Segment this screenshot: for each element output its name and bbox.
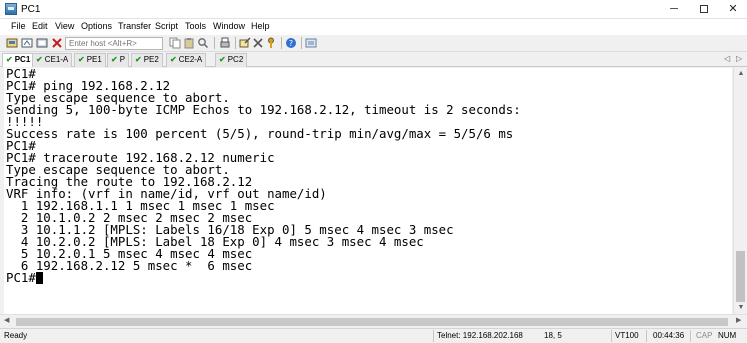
connected-check-icon: ✔: [78, 55, 85, 64]
tab-ce2-a[interactable]: ✔ CE2-A: [166, 53, 207, 67]
find-icon[interactable]: [197, 37, 209, 49]
status-separator: [646, 330, 647, 342]
tab-scroll-right-button[interactable]: ▷: [736, 54, 742, 63]
horizontal-scroll-thumb[interactable]: [16, 318, 728, 326]
toolbar-separator: [214, 37, 215, 49]
text-cursor: [35, 272, 43, 284]
tab-label: PC2: [227, 55, 244, 64]
menu-help[interactable]: Help: [251, 21, 270, 31]
maximize-icon: [700, 5, 708, 14]
toolbar-separator: [235, 37, 236, 49]
tab-label: PE2: [143, 55, 159, 64]
vertical-scrollbar[interactable]: ▲ ▼: [733, 68, 747, 314]
status-caps-lock: CAP: [696, 331, 713, 340]
scroll-up-arrow-icon[interactable]: ▲: [734, 68, 747, 80]
status-num-lock: NUM: [718, 331, 737, 340]
svg-text:?: ?: [289, 39, 293, 48]
tab-pe2[interactable]: ✔ PE2: [131, 53, 163, 67]
toolbar: ?: [0, 35, 747, 52]
title-bar: PC1 ─ ✕: [0, 0, 747, 19]
copy-icon[interactable]: [169, 37, 181, 49]
tab-scroll-left-button[interactable]: ◁: [724, 54, 730, 63]
menu-window[interactable]: Window: [213, 21, 245, 31]
tab-label: CE1-A: [44, 55, 69, 64]
toolbar-separator: [301, 37, 302, 49]
menu-tools[interactable]: Tools: [185, 21, 206, 31]
menu-edit[interactable]: Edit: [32, 21, 48, 31]
menu-file[interactable]: File: [11, 21, 26, 31]
close-button[interactable]: ✕: [719, 0, 747, 19]
paste-icon[interactable]: [183, 37, 195, 49]
status-separator: [433, 330, 434, 342]
connected-check-icon: ✔: [170, 55, 177, 64]
connected-check-icon: ✔: [36, 55, 43, 64]
tab-pc1[interactable]: ✔ PC1: [2, 53, 35, 67]
terminal-line: Success rate is 100 percent (5/5), round…: [6, 126, 514, 141]
scroll-right-arrow-icon[interactable]: ▶: [736, 316, 741, 324]
status-cursor-position: 18, 5: [544, 331, 562, 340]
connected-check-icon: ✔: [219, 55, 226, 64]
disconnect-icon[interactable]: [51, 37, 63, 49]
connected-check-icon: ✔: [135, 55, 142, 64]
key-icon[interactable]: [265, 37, 277, 49]
connect-icon[interactable]: [6, 37, 18, 49]
tab-label: P: [119, 55, 126, 64]
maximize-button[interactable]: [690, 0, 718, 19]
session-options-icon[interactable]: [239, 37, 251, 49]
session-icon[interactable]: [36, 37, 48, 49]
menu-transfer[interactable]: Transfer: [118, 21, 151, 31]
horizontal-scrollbar[interactable]: ◀ ▶: [0, 314, 747, 328]
status-bar: Ready Telnet: 192.168.202.168 18, 5 VT10…: [0, 328, 747, 343]
quick-connect-icon[interactable]: [21, 37, 33, 49]
menu-bar: File Edit View Options Transfer Script T…: [0, 19, 747, 35]
status-separator: [611, 330, 612, 342]
tab-label: PC1: [14, 55, 31, 64]
window-title: PC1: [21, 4, 41, 15]
status-separator: [690, 330, 691, 342]
tab-label: CE2-A: [178, 55, 203, 64]
menu-script[interactable]: Script: [155, 21, 178, 31]
print-icon[interactable]: [219, 37, 231, 49]
terminal-prompt: PC1#: [6, 270, 36, 285]
help-icon[interactable]: ?: [285, 37, 297, 49]
screen-icon[interactable]: [305, 37, 317, 49]
status-session-time: 00:44:36: [653, 331, 685, 340]
connected-check-icon: ✔: [6, 55, 13, 64]
menu-view[interactable]: View: [55, 21, 74, 31]
session-tab-bar: ✔ PC1 ✔ CE1-A ✔ PE1 ✔ P ✔ PE2 ✔ CE2-A ✔ PC2 ◁ ▷: [0, 52, 747, 67]
connected-check-icon: ✔: [111, 55, 118, 64]
vertical-scroll-thumb[interactable]: [736, 251, 745, 302]
terminal-line: Sending 5, 100-byte ICMP Echos to 192.16…: [6, 102, 521, 117]
status-emulation: VT100: [615, 331, 639, 340]
tab-pc2[interactable]: ✔ PC2: [215, 53, 248, 67]
scroll-down-arrow-icon[interactable]: ▼: [734, 302, 747, 314]
menu-options[interactable]: Options: [81, 21, 112, 31]
tab-pe1[interactable]: ✔ PE1: [74, 53, 106, 67]
toolbar-separator: [281, 37, 282, 49]
minimize-button[interactable]: ─: [660, 0, 688, 19]
terminal-output[interactable]: PC1# PC1# ping 192.168.2.12 Type escape …: [4, 68, 732, 314]
terminal-prompt-line: PC1#: [6, 270, 43, 285]
tab-label: PE1: [86, 55, 102, 64]
scroll-left-arrow-icon[interactable]: ◀: [4, 316, 9, 324]
status-connection: Telnet: 192.168.202.168: [437, 331, 523, 340]
terminal-line: 6 192.168.2.12 5 msec * 6 msec: [6, 258, 253, 273]
tab-ce1-a[interactable]: ✔ CE1-A: [32, 53, 73, 67]
global-options-icon[interactable]: [252, 37, 264, 49]
host-input[interactable]: [65, 37, 163, 50]
tab-p[interactable]: ✔ P: [107, 53, 130, 67]
status-ready: Ready: [4, 331, 28, 340]
app-icon: [5, 3, 17, 15]
